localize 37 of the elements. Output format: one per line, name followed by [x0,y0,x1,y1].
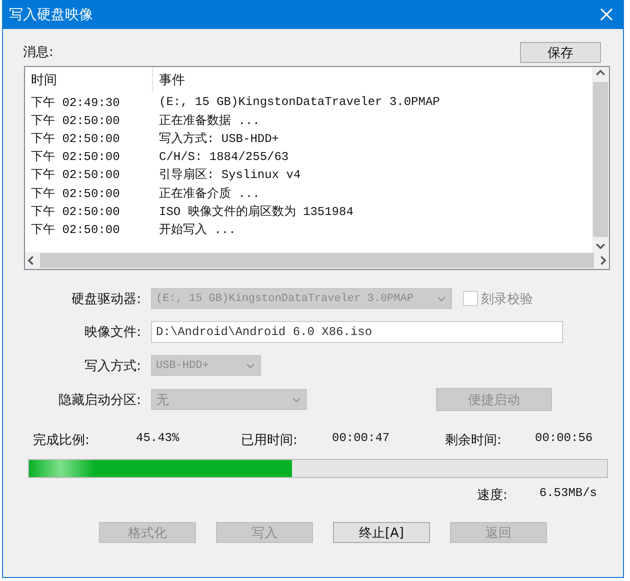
image-file-label: 映像文件: [84,324,141,341]
column-header[interactable]: 事件 [152,67,185,93]
save-button[interactable]: 保存 [520,42,601,63]
progress-value: 45.43% [136,431,180,447]
remaining-label: 剩余时间: [445,432,502,449]
log-event: 写入方式: USB-HDD+ [159,130,280,147]
window-title: 写入硬盘映像 [9,6,93,24]
log-event: 开始写入 ... [159,222,236,238]
log-event: ISO 映像文件的扇区数为 1351984 [159,204,354,220]
speed-label: 速度: [477,487,508,504]
log-time: 下午 02:50:00 [31,186,121,202]
close-icon[interactable] [600,8,613,21]
log-event: 正在准备数据 ... [159,112,260,129]
vertical-scrollbar[interactable] [592,67,609,252]
log-time: 下午 02:50:00 [31,167,121,184]
log-time: 下午 02:50:00 [31,112,121,129]
action-button[interactable]: 终止[A] [333,522,430,543]
log-time: 下午 02:50:00 [31,130,121,147]
log-time: 下午 02:50:00 [31,204,121,220]
speed-value: 6.53MB/s [539,486,597,502]
log-event: 正在准备介质 ... [159,186,260,202]
horizontal-scrollbar[interactable] [25,252,609,269]
write-method-label: 写入方式: [84,358,141,374]
image-file-field[interactable]: D:\Android\Android 6.0 X86.iso [151,321,563,343]
log-time: 下午 02:50:00 [31,149,121,166]
progress-label: 完成比例: [33,432,90,449]
remaining-value: 00:00:56 [535,431,594,447]
log-time: 下午 02:50:00 [31,222,121,238]
elapsed-value: 00:00:47 [332,431,391,447]
messages-label: 消息: [22,44,54,61]
hidden-partition-label: 隐藏启动分区: [58,392,141,408]
log-event: C/H/S: 1884/255/63 [159,150,289,164]
log-event: (E:, 15 GB)KingstonDataTraveler 3.0PMAP [159,95,440,110]
log-time: 下午 02:49:30 [31,94,121,111]
log-event: 引导扇区: Syslinux v4 [159,166,301,184]
elapsed-label: 已用时间: [241,432,298,449]
drive-label: 硬盘驱动器: [70,290,141,308]
